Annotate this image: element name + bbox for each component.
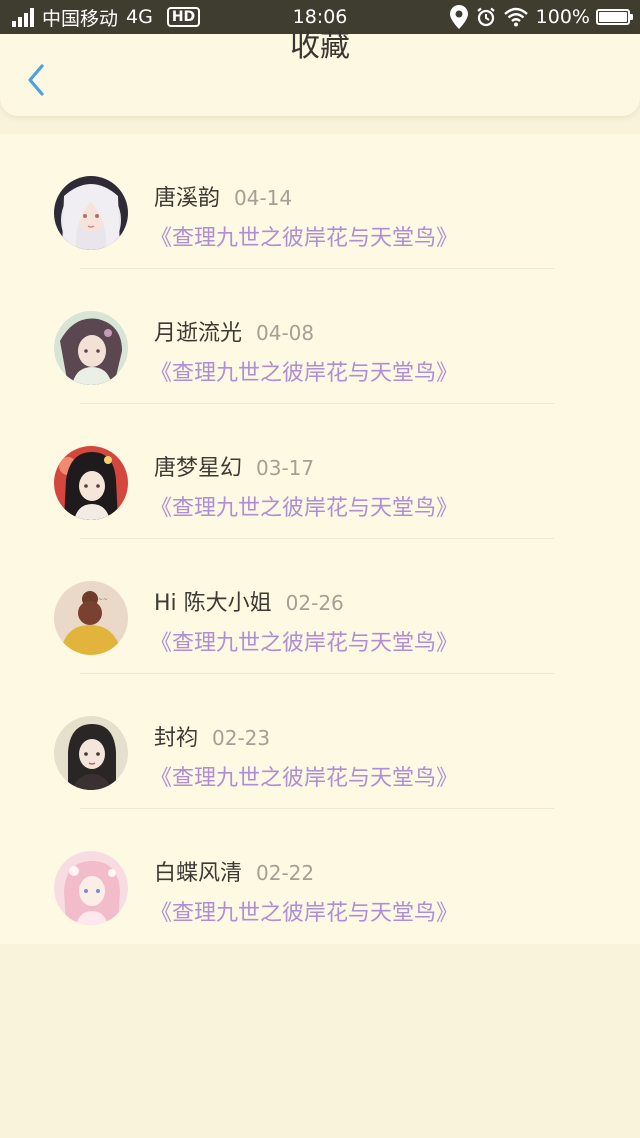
page-title: 收藏 (290, 29, 350, 64)
list-item[interactable]: 白蝶风清 02-22 《查理九世之彼岸花与天堂鸟》 (0, 809, 640, 944)
avatar[interactable] (54, 716, 128, 790)
avatar-image (54, 851, 128, 925)
list-item[interactable]: 月逝流光 04-08 《查理九世之彼岸花与天堂鸟》 (0, 269, 640, 404)
list-item[interactable]: ~~ Hi 陈大小姐 02-26 《查理九世之彼岸花与天堂鸟》 (0, 539, 640, 674)
item-header: 月逝流光 04-08 (154, 315, 314, 347)
item-date: 02-23 (212, 726, 271, 750)
item-date: 04-08 (256, 321, 315, 345)
item-date: 02-22 (256, 861, 315, 885)
avatar-image: ~~ (54, 581, 128, 655)
item-header: 白蝶风清 02-22 (154, 855, 314, 887)
item-book-link[interactable]: 《查理九世之彼岸花与天堂鸟》 (150, 625, 458, 657)
avatar[interactable] (54, 446, 128, 520)
item-header: Hi 陈大小姐 02-26 (154, 585, 344, 617)
item-date: 04-14 (234, 186, 293, 210)
item-name: 白蝶风清 (154, 861, 243, 886)
item-header: 唐梦星幻 03-17 (154, 450, 314, 482)
avatar[interactable] (54, 851, 128, 925)
avatar[interactable]: ~~ (54, 581, 128, 655)
favorites-list: 唐溪韵 04-14 《查理九世之彼岸花与天堂鸟》 月逝流光 04-08 《查理九世之… (0, 134, 640, 944)
item-book-link[interactable]: 《查理九世之彼岸花与天堂鸟》 (150, 895, 458, 927)
item-date: 02-26 (285, 591, 344, 615)
item-header: 封袀 02-23 (154, 720, 270, 752)
avatar[interactable] (54, 311, 128, 385)
avatar[interactable] (54, 176, 128, 250)
item-header: 唐溪韵 04-14 (154, 180, 292, 212)
item-name: Hi 陈大小姐 (154, 591, 272, 616)
item-date: 03-17 (256, 456, 315, 480)
item-name: 月逝流光 (154, 321, 243, 346)
avatar-image (54, 446, 128, 520)
list-item[interactable]: 唐梦星幻 03-17 《查理九世之彼岸花与天堂鸟》 (0, 404, 640, 539)
item-book-link[interactable]: 《查理九世之彼岸花与天堂鸟》 (150, 490, 458, 522)
item-book-link[interactable]: 《查理九世之彼岸花与天堂鸟》 (150, 760, 458, 792)
item-name: 封袀 (154, 726, 199, 751)
item-name: 唐溪韵 (154, 186, 221, 211)
avatar-image (54, 311, 128, 385)
svg-text:~~: ~~ (98, 596, 108, 603)
item-name: 唐梦星幻 (154, 456, 243, 481)
avatar-image (54, 716, 128, 790)
list-item[interactable]: 唐溪韵 04-14 《查理九世之彼岸花与天堂鸟》 (0, 134, 640, 269)
item-book-link[interactable]: 《查理九世之彼岸花与天堂鸟》 (150, 355, 458, 387)
list-item[interactable]: 封袀 02-23 《查理九世之彼岸花与天堂鸟》 (0, 674, 640, 809)
avatar-image (54, 176, 128, 250)
item-book-link[interactable]: 《查理九世之彼岸花与天堂鸟》 (150, 220, 458, 252)
